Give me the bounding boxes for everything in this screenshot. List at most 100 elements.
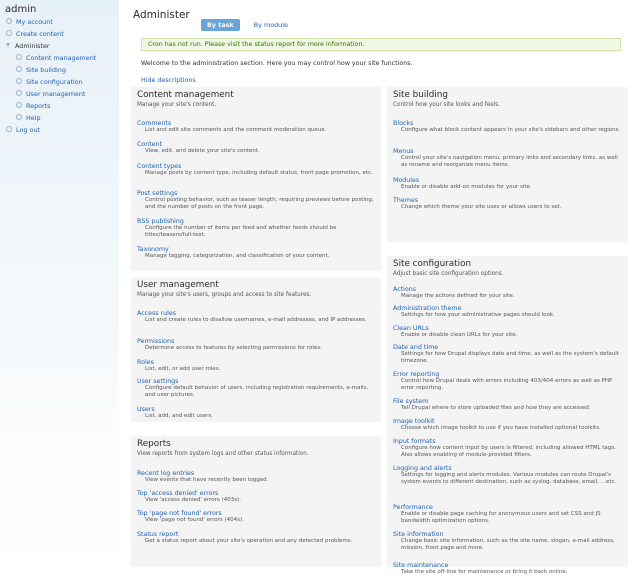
sidebar-item-reports[interactable]: Reports	[16, 102, 51, 110]
admin-item-link-permissions[interactable]: Permissions	[137, 338, 375, 345]
admin-item: Modules Enable or disable add-on modules …	[393, 177, 622, 191]
admin-item-link-post-settings[interactable]: Post settings	[137, 190, 375, 197]
admin-item-link-users[interactable]: Users	[137, 406, 375, 413]
admin-item-link-content-types[interactable]: Content types	[137, 163, 375, 170]
sidebar-item-label[interactable]: Log out	[16, 126, 40, 134]
admin-item-description: View, edit, and delete your site's conte…	[145, 148, 260, 154]
admin-item-link-user-settings[interactable]: User settings	[137, 378, 375, 385]
panel-title: Site building	[393, 90, 448, 100]
admin-item-link-clean-urls[interactable]: Clean URLs	[393, 325, 622, 332]
panel-title: Reports	[137, 439, 171, 449]
sidebar-item-label[interactable]: My account	[16, 18, 53, 26]
admin-item-link-image-toolkit[interactable]: Image toolkit	[393, 418, 622, 425]
admin-item: Themes Change which theme your site uses …	[393, 197, 622, 211]
admin-item: Content View, edit, and delete your site'…	[137, 141, 375, 155]
sidebar-item-create-content[interactable]: Create content	[6, 30, 64, 38]
admin-item-link-performance[interactable]: Performance	[393, 504, 622, 511]
sidebar-item-label[interactable]: Administer	[15, 42, 50, 50]
admin-item: Content types Manage posts by content typ…	[137, 163, 375, 177]
bullet-icon	[16, 90, 22, 96]
admin-item-description: List, edit, or add user roles.	[145, 366, 221, 372]
admin-item-description: Change which theme your site uses or all…	[401, 204, 562, 210]
admin-item-link-recent-log-entries[interactable]: Recent log entries	[137, 470, 375, 477]
admin-item-link-status-report[interactable]: Status report	[137, 531, 375, 538]
sidebar-item-label[interactable]: User management	[26, 90, 85, 98]
welcome-text: Welcome to the administration section. H…	[141, 60, 413, 67]
admin-item: RSS publishing Configure the number of it…	[137, 218, 375, 239]
tab-by-module[interactable]: By module	[248, 19, 294, 31]
bullet-icon	[6, 18, 12, 24]
admin-item-link-site-maintenance[interactable]: Site maintenance	[393, 562, 622, 569]
admin-item: Top 'access denied' errors View 'access d…	[137, 490, 375, 504]
admin-item-description: Control how Drupal deals with errors inc…	[401, 378, 613, 391]
sidebar-item-label[interactable]: Create content	[16, 30, 64, 38]
admin-item-link-page-not-found-errors[interactable]: Top 'page not found' errors	[137, 510, 375, 517]
admin-item-link-file-system[interactable]: File system	[393, 398, 622, 405]
panel-description: View reports from system logs and other …	[137, 451, 309, 457]
panel-title: Content management	[137, 90, 234, 100]
sidebar-item-content-management[interactable]: Content management	[16, 54, 96, 62]
sidebar-item-label[interactable]: Site configuration	[26, 78, 83, 86]
admin-item-description: Choose which image toolkit to use if you…	[401, 425, 601, 431]
admin-item-description: Enable or disable page caching for anony…	[401, 511, 601, 524]
admin-item-link-themes[interactable]: Themes	[393, 197, 622, 204]
page-title: Administer	[133, 9, 190, 21]
panel-description: Adjust basic site configuration options.	[393, 271, 504, 277]
admin-item-link-date-and-time[interactable]: Date and time	[393, 344, 622, 351]
admin-item: Top 'page not found' errors View 'page no…	[137, 510, 375, 524]
sidebar-item-administer[interactable]: Administer	[6, 42, 50, 50]
admin-item-link-administration-theme[interactable]: Administration theme	[393, 305, 622, 312]
tab-by-task[interactable]: By task	[201, 19, 240, 31]
admin-item-description: List and edit site comments and the comm…	[145, 127, 327, 133]
sidebar-item-help[interactable]: Help	[16, 114, 41, 122]
tab-bar: By task By module	[201, 12, 297, 31]
sidebar-item-site-configuration[interactable]: Site configuration	[16, 78, 83, 86]
bullet-icon	[6, 126, 12, 132]
admin-item-link-roles[interactable]: Roles	[137, 359, 375, 366]
admin-item-description: Settings for how your administrative pag…	[401, 312, 555, 318]
admin-item: Comments List and edit site comments and …	[137, 120, 375, 134]
admin-item-description: View 'access denied' errors (403s).	[145, 497, 241, 503]
admin-item-link-logging-and-alerts[interactable]: Logging and alerts	[393, 465, 622, 472]
sidebar-item-label[interactable]: Site building	[26, 66, 66, 74]
admin-item-description: View events that have recently been logg…	[145, 477, 269, 483]
admin-item-link-blocks[interactable]: Blocks	[393, 120, 622, 127]
admin-item-link-site-information[interactable]: Site information	[393, 531, 622, 538]
hide-descriptions-link[interactable]: Hide descriptions	[141, 77, 196, 84]
sidebar-item-log-out[interactable]: Log out	[6, 126, 40, 134]
admin-item-link-comments[interactable]: Comments	[137, 120, 375, 127]
admin-item-link-input-formats[interactable]: Input formats	[393, 438, 622, 445]
admin-item-description: Enable or disable clean URLs for your si…	[401, 332, 518, 338]
panel-site-building: Site building Control how your site look…	[387, 87, 628, 242]
panel-title: Site configuration	[393, 259, 472, 269]
sidebar-item-user-management[interactable]: User management	[16, 90, 85, 98]
sidebar-item-my-account[interactable]: My account	[6, 18, 53, 26]
admin-item-link-access-denied-errors[interactable]: Top 'access denied' errors	[137, 490, 375, 497]
admin-item: Administration theme Settings for how you…	[393, 305, 622, 319]
admin-item-description: Settings for how Drupal displays date an…	[401, 351, 619, 364]
admin-item-link-rss-publishing[interactable]: RSS publishing	[137, 218, 375, 225]
admin-item-description: Configure default behavior of users, inc…	[145, 385, 369, 398]
admin-item-link-error-reporting[interactable]: Error reporting	[393, 371, 622, 378]
sidebar: admin My account Create content Administ…	[0, 0, 119, 567]
sidebar-item-label[interactable]: Help	[26, 114, 41, 122]
admin-item-link-menus[interactable]: Menus	[393, 148, 622, 155]
admin-item-description: Manage posts by content type, including …	[145, 170, 373, 176]
admin-item-link-modules[interactable]: Modules	[393, 177, 622, 184]
admin-item-link-access-rules[interactable]: Access rules	[137, 310, 375, 317]
admin-item-link-actions[interactable]: Actions	[393, 286, 622, 293]
admin-item-description: Tell Drupal where to store uploaded file…	[401, 405, 591, 411]
admin-item-description: Enable or disable add-on modules for you…	[401, 184, 532, 190]
admin-item-description: Manage tagging, categorization, and clas…	[145, 253, 330, 259]
admin-item-description: Change basic site information, such as t…	[401, 538, 615, 551]
sidebar-item-label[interactable]: Reports	[26, 102, 51, 110]
admin-item-link-content[interactable]: Content	[137, 141, 375, 148]
admin-item: Image toolkit Choose which image toolkit …	[393, 418, 622, 432]
admin-item-link-taxonomy[interactable]: Taxonomy	[137, 246, 375, 253]
sidebar-item-label[interactable]: Content management	[26, 54, 96, 62]
admin-item: Clean URLs Enable or disable clean URLs f…	[393, 325, 622, 339]
admin-item: Performance Enable or disable page cachin…	[393, 504, 622, 525]
bullet-icon	[16, 66, 22, 72]
bullet-icon	[6, 30, 12, 36]
sidebar-item-site-building[interactable]: Site building	[16, 66, 66, 74]
